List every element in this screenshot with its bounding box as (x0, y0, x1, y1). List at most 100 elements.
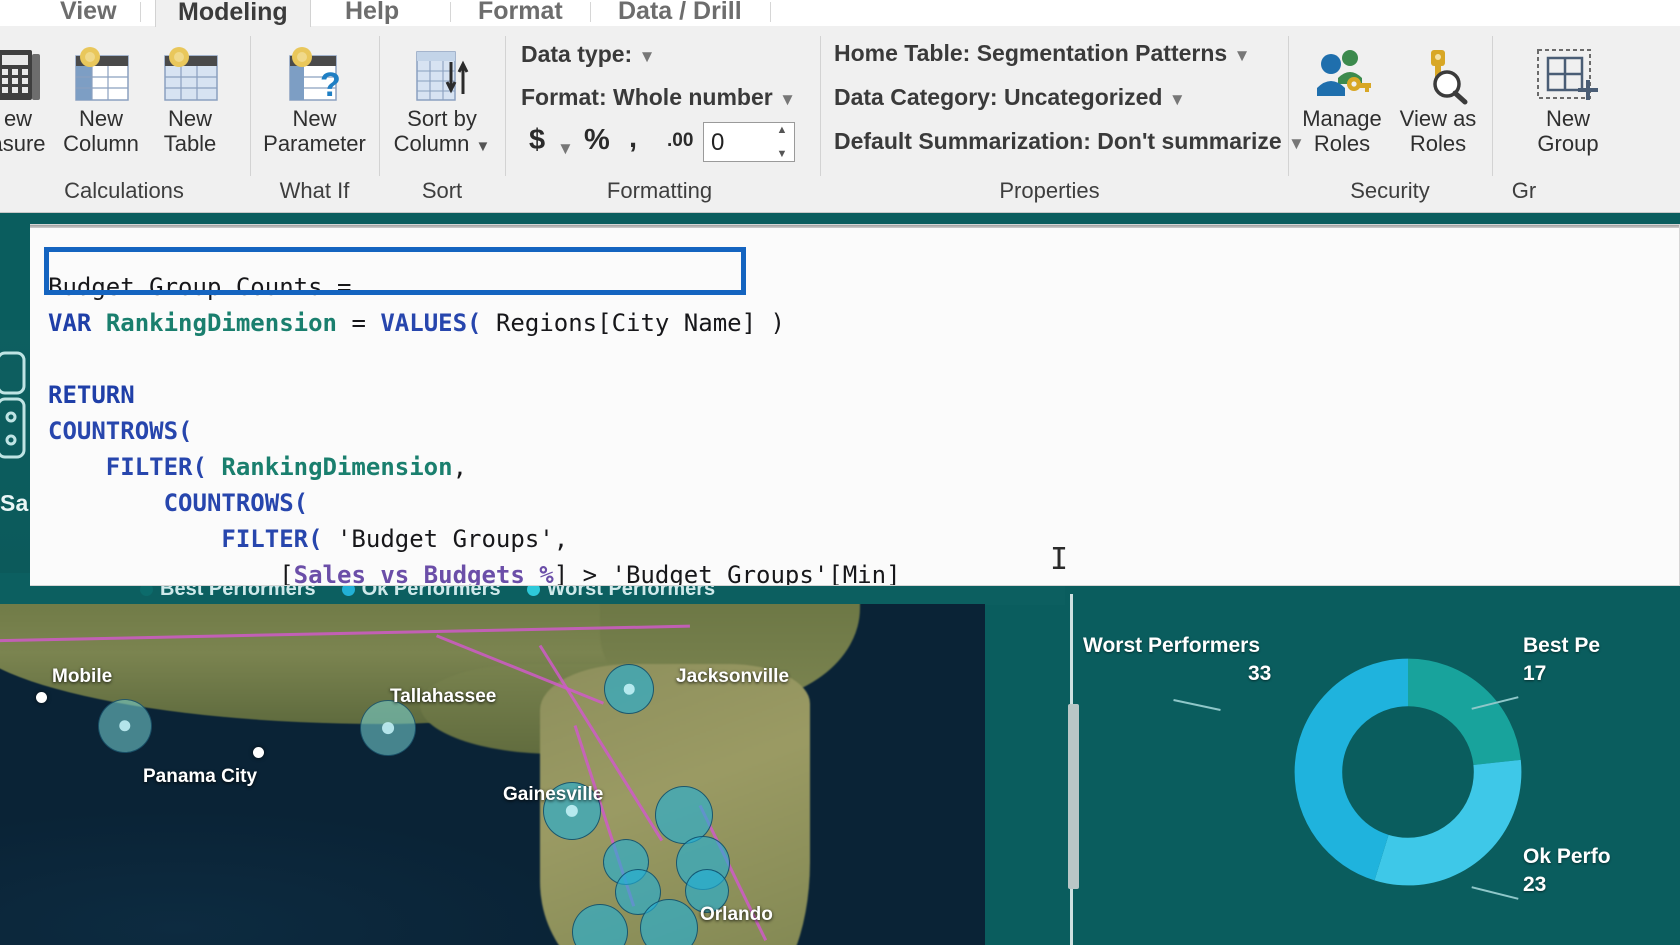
sort-by-column-button[interactable]: Sort by Column ▼ (381, 44, 503, 159)
manage-roles-icon (1317, 50, 1371, 96)
chevron-down-icon[interactable]: ▼ (779, 90, 796, 109)
ribbon-group-whatif: ? New Parameter What If (252, 26, 377, 212)
dax-function-countrows-2: COUNTROWS( (48, 489, 309, 517)
dax-argument-column: Regions[City Name] (495, 309, 757, 337)
data-category-dropdown[interactable]: Data Category: Uncategorized ▼ (834, 84, 1186, 111)
map-city-label-orlando: Orlando (700, 904, 773, 925)
new-table-label-line1: New (167, 106, 212, 131)
donut-chart-visual[interactable]: Worst Performers 33 Best Pe 17 Ok Perfo … (1068, 594, 1680, 945)
tab-data-drill[interactable]: Data / Drill (618, 0, 742, 26)
new-parameter-icon: ? (288, 47, 341, 104)
map-city-label-panamacity: Panama City (143, 766, 258, 787)
formula-bar-top-edge (30, 225, 1679, 228)
new-parameter-label-line2: Parameter (263, 131, 366, 156)
map-city-pin (36, 692, 47, 703)
data-type-label[interactable]: Data type: ▼ (521, 41, 655, 68)
chevron-down-icon[interactable]: ▼ (639, 47, 656, 66)
home-table-text: Home Table: Segmentation Patterns (834, 40, 1228, 66)
new-group-button[interactable]: New Group (1508, 44, 1628, 156)
ribbon-group-properties: Home Table: Segmentation Patterns ▼ Data… (822, 26, 1305, 212)
stepper-down-icon[interactable]: ▼ (777, 149, 788, 160)
dax-measure-name: Budget Group Counts = (48, 273, 352, 301)
chevron-down-icon[interactable]: ▼ (1234, 46, 1251, 65)
map-visual[interactable]: Mobile Tallahassee Panama City Gainesvil… (0, 604, 985, 945)
map-bubble[interactable] (98, 699, 152, 753)
donut-label-best: Best Pe (1523, 634, 1601, 657)
chevron-down-icon[interactable]: ▼ (1169, 90, 1186, 109)
manage-roles-button[interactable]: Manage Roles (1294, 44, 1390, 156)
power-bi-window: Sa Best Performers Ok Performers Worst P… (0, 0, 1680, 945)
ribbon-group-security: Manage Roles View as Roles Security (1290, 26, 1490, 212)
tab-separator (770, 2, 771, 22)
tab-separator (450, 2, 451, 22)
dax-line-var: VAR RankingDimension = VALUES( Regions[C… (48, 309, 785, 337)
donut-leader-worst (1173, 699, 1221, 711)
thousands-separator-button[interactable]: , (629, 122, 637, 155)
donut-label-ok: Ok Perfo (1523, 845, 1611, 868)
tab-modeling[interactable]: Modeling (155, 0, 311, 27)
stepper-up-icon[interactable]: ▲ (777, 125, 788, 136)
manage-roles-label-line2: Roles (1313, 131, 1371, 156)
new-table-button[interactable]: New Table (146, 44, 234, 156)
map-bubble[interactable] (360, 700, 416, 756)
ribbon-group-groups: New Group Gr (1494, 26, 1680, 212)
group-title-properties: Properties (999, 178, 1100, 203)
tab-help[interactable]: Help (345, 0, 399, 26)
donut-value-worst: 33 (1248, 662, 1272, 685)
donut-value-ok: 23 (1523, 873, 1547, 896)
format-label[interactable]: Format: Whole number ▼ (521, 84, 796, 111)
decimal-places-value: 0 (711, 129, 725, 156)
home-table-dropdown[interactable]: Home Table: Segmentation Patterns ▼ (834, 40, 1250, 67)
format-text: Format: Whole number (521, 84, 773, 110)
sort-by-column-label-line2: Column ▼ (381, 131, 503, 159)
new-column-label-line2: Column (63, 131, 139, 156)
dax-equals: = (351, 309, 366, 337)
map-city-label-jacksonville: Jacksonville (676, 666, 790, 687)
map-city-label-tallahassee: Tallahassee (390, 686, 497, 707)
percent-format-button[interactable]: % (584, 124, 610, 157)
new-group-icon (1537, 49, 1598, 100)
new-parameter-label-line1: New (292, 106, 337, 131)
view-as-roles-button[interactable]: View as Roles (1390, 44, 1486, 156)
new-parameter-button[interactable]: ? New Parameter (252, 44, 377, 156)
new-measure-label-line1: ew (3, 106, 33, 131)
default-summarization-text: Default Summarization: Don't summarize (834, 128, 1282, 154)
new-column-icon (75, 47, 129, 101)
sort-by-column-label-text: Column (393, 131, 470, 156)
chevron-down-icon[interactable]: ▼ (476, 138, 491, 155)
tab-view[interactable]: View (60, 0, 117, 26)
map-bubble[interactable] (604, 664, 654, 714)
ribbon-tabstrip: View Modeling Help Format Data / Drill (0, 0, 1680, 27)
svg-text:?: ? (320, 66, 341, 104)
currency-format-button[interactable]: $ (529, 124, 545, 157)
dax-function-values: VALUES( (380, 309, 482, 337)
new-measure-icon (0, 50, 40, 100)
group-separator (379, 36, 380, 176)
canvas-scrollbar[interactable] (1068, 704, 1079, 889)
sort-by-column-label-line1: Sort by (407, 106, 477, 131)
sort-by-column-icon (416, 51, 469, 101)
new-column-label-line1: New (78, 106, 123, 131)
group-separator (505, 36, 506, 176)
group-title-whatif: What If (279, 178, 350, 203)
dax-code[interactable]: Budget Group Counts = VAR RankingDimensi… (48, 233, 1132, 585)
ribbon-group-sort: Sort by Column ▼ Sort (381, 26, 503, 212)
dax-blank-line (48, 345, 62, 373)
decimal-places-icon[interactable]: .00 (667, 130, 693, 152)
dax-formula-bar[interactable]: Budget Group Counts = VAR RankingDimensi… (30, 224, 1680, 586)
new-column-button[interactable]: New Column (56, 44, 146, 156)
donut-value-best: 17 (1523, 662, 1547, 685)
new-measure-button[interactable]: ew asure (0, 44, 64, 156)
donut-label-worst: Worst Performers (1083, 634, 1261, 657)
group-separator (820, 36, 821, 176)
dax-close-paren: ) (770, 309, 785, 337)
decimal-places-stepper[interactable]: 0 ▲ ▼ (703, 122, 795, 162)
tab-format[interactable]: Format (478, 0, 563, 26)
map-city-label-gainesville: Gainesville (503, 784, 604, 805)
stepper-arrows[interactable]: ▲ ▼ (773, 125, 791, 160)
dax-keyword-return: RETURN (48, 381, 135, 409)
dax-line-filter-2: FILTER( 'Budget Groups', (48, 525, 569, 553)
default-summarization-dropdown[interactable]: Default Summarization: Don't summarize ▼ (834, 128, 1305, 155)
chevron-down-icon[interactable]: ▼ (557, 139, 574, 159)
group-title-calculations: Calculations (64, 178, 184, 203)
